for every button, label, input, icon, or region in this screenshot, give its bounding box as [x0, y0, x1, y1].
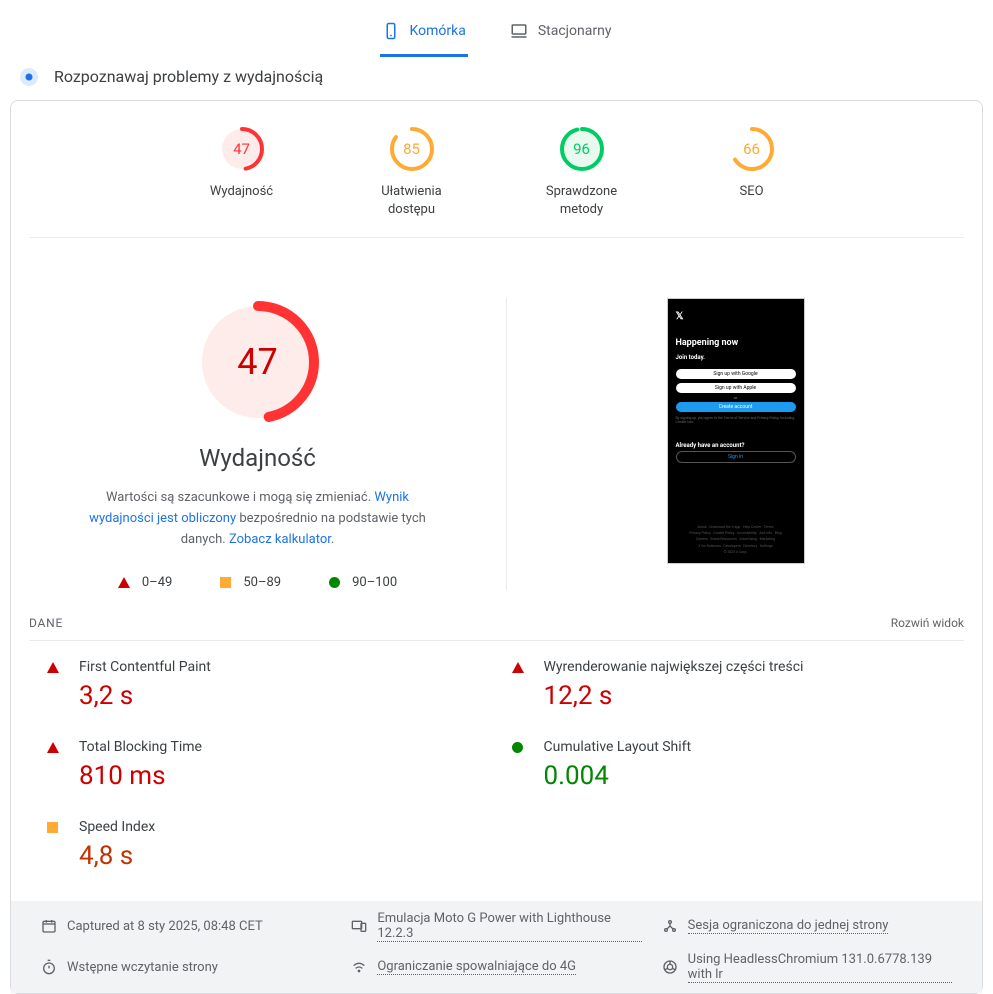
meta-preload: Wstępne wczytanie strony [41, 952, 331, 983]
square-orange-icon [220, 577, 231, 588]
gauge-label: SEO [739, 183, 763, 201]
stopwatch-icon [41, 959, 57, 975]
metric-item: Speed Index 4,8 s [47, 801, 482, 881]
score-legend: 0–49 50–89 90–100 [118, 575, 397, 590]
metrics-header: DANE Rozwiń widok [11, 610, 982, 640]
legend-fail: 0–49 [118, 575, 172, 590]
tab-desktop-label: Stacjonarny [538, 23, 612, 39]
circle-green-icon [512, 742, 523, 753]
page-screenshot: 𝕏 Happening now Join today. Sign up with… [667, 298, 805, 564]
triangle-red-icon [47, 742, 59, 753]
chrome-icon [662, 959, 678, 975]
meta-throttle: Ograniczanie spowalniające do 4G [351, 952, 641, 983]
diagnose-text: Rozpoznawaj problemy z wydajnością [54, 67, 323, 86]
pulse-icon [20, 68, 38, 86]
meta-emulation: Emulacja Moto G Power with Lighthouse 12… [351, 911, 641, 942]
gauge-wydajność[interactable]: 47 Wydajność [192, 125, 292, 219]
metric-label: Speed Index [79, 819, 482, 835]
performance-section: 47 Wydajność Wartości są szacunkowe i mo… [11, 238, 982, 609]
expand-view-link[interactable]: Rozwiń widok [891, 616, 964, 630]
tab-mobile[interactable]: Komórka [380, 12, 468, 57]
devices-icon [351, 918, 367, 934]
desktop-icon [510, 22, 528, 40]
triangle-red-icon [118, 577, 130, 588]
metric-value: 4,8 s [79, 841, 482, 871]
x-logo-icon: 𝕏 [676, 311, 796, 322]
gauge-score: 47 [218, 125, 266, 173]
calendar-icon [41, 918, 57, 934]
wifi-icon [351, 959, 367, 975]
legend-average: 50–89 [220, 575, 281, 590]
device-tabs: Komórka Stacjonarny [0, 0, 993, 57]
metric-item: Wyrenderowanie największej części treści… [512, 641, 947, 721]
metadata-footer: Captured at 8 sty 2025, 08:48 CET Emulac… [11, 901, 982, 993]
metric-value: 810 ms [79, 761, 482, 791]
metrics-grid: First Contentful Paint 3,2 s Wyrenderowa… [29, 640, 964, 901]
metric-label: Cumulative Layout Shift [544, 739, 947, 755]
gauge-score: 85 [388, 125, 436, 173]
gauge-seo[interactable]: 66 SEO [702, 125, 802, 219]
triangle-red-icon [47, 662, 59, 673]
circle-green-icon [329, 577, 340, 588]
metric-item: Total Blocking Time 810 ms [47, 721, 482, 801]
score-gauges: 47 Wydajność 85 Ułatwienia dostępu 96 Sp… [11, 121, 982, 237]
triangle-red-icon [512, 662, 524, 673]
gauge-sprawdzone-metody[interactable]: 96 Sprawdzone metody [532, 125, 632, 219]
mobile-icon [382, 22, 400, 40]
screenshot-panel: 𝕏 Happening now Join today. Sign up with… [507, 298, 964, 589]
meta-session: Sesja ograniczona do jednej strony [662, 911, 952, 942]
report-card: 47 Wydajność 85 Ułatwienia dostępu 96 Sp… [10, 100, 983, 994]
tab-mobile-label: Komórka [410, 23, 466, 39]
metric-label: Wyrenderowanie największej części treści [544, 659, 947, 675]
performance-title: Wydajność [199, 444, 316, 472]
metric-value: 3,2 s [79, 681, 482, 711]
performance-gauge: 47 [194, 298, 322, 426]
performance-description: Wartości są szacunkowe i mogą się zmieni… [68, 488, 448, 550]
network-icon [662, 918, 678, 934]
gauge-label: Ułatwienia dostępu [362, 183, 462, 219]
metric-value: 12,2 s [544, 681, 947, 711]
gauge-score: 66 [728, 125, 776, 173]
diagnose-header: Rozpoznawaj problemy z wydajnością [0, 57, 993, 100]
metric-label: First Contentful Paint [79, 659, 482, 675]
square-orange-icon [47, 822, 58, 833]
performance-summary: 47 Wydajność Wartości są szacunkowe i mo… [29, 298, 507, 589]
metric-item: Cumulative Layout Shift 0.004 [512, 721, 947, 801]
metric-item: First Contentful Paint 3,2 s [47, 641, 482, 721]
metrics-title: DANE [29, 616, 63, 630]
gauge-label: Wydajność [210, 183, 273, 201]
performance-score: 47 [194, 298, 322, 426]
metric-label: Total Blocking Time [79, 739, 482, 755]
legend-pass: 90–100 [329, 575, 397, 590]
calculator-link[interactable]: Zobacz kalkulator [229, 532, 331, 547]
gauge-score: 96 [558, 125, 606, 173]
tab-desktop[interactable]: Stacjonarny [508, 12, 614, 57]
gauge-ułatwienia-dostępu[interactable]: 85 Ułatwienia dostępu [362, 125, 462, 219]
meta-captured: Captured at 8 sty 2025, 08:48 CET [41, 911, 331, 942]
metric-value: 0.004 [544, 761, 947, 791]
meta-browser: Using HeadlessChromium 131.0.6778.139 wi… [662, 952, 952, 983]
gauge-label: Sprawdzone metody [532, 183, 632, 219]
